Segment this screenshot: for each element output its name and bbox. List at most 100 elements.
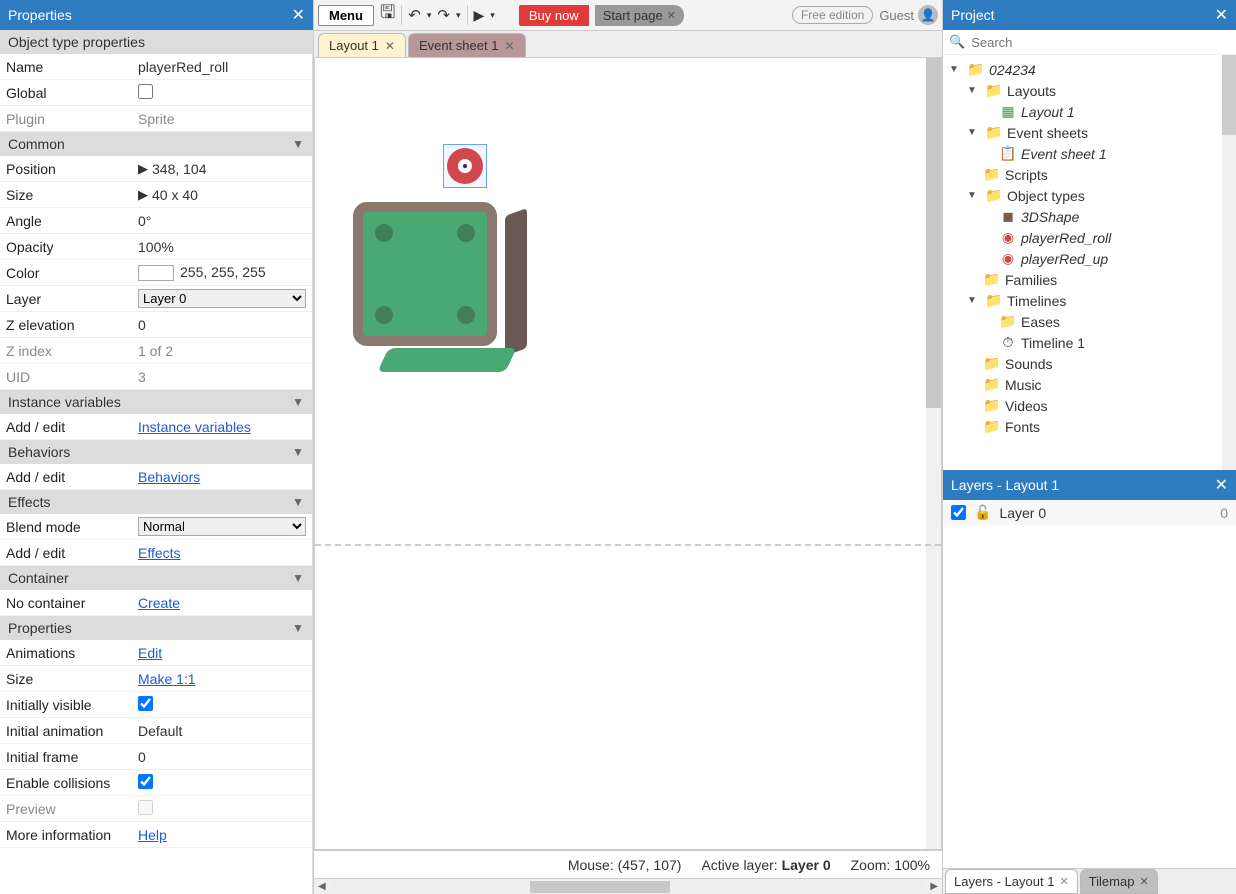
tree-3dshape[interactable]: ◼3DShape [943,206,1236,227]
layer-visible-checkbox[interactable] [951,505,966,520]
section-instance-vars[interactable]: Instance variables ▼ [0,390,312,414]
chevron-down-icon[interactable]: ▼ [292,495,304,509]
close-icon[interactable]: ✕ [1139,875,1148,888]
tab-eventsheet1[interactable]: Event sheet 1✕ [408,33,526,57]
redo-dropdown-icon[interactable]: ▾ [456,10,461,21]
scrollbar-thumb[interactable] [1222,55,1236,135]
section-effects[interactable]: Effects ▼ [0,490,312,514]
tree-project-root[interactable]: ▼📁024234 [943,59,1236,80]
folder-icon: 📁 [983,355,1001,372]
prop-value-angle[interactable]: 0° [138,213,306,229]
buy-now-button[interactable]: Buy now [519,5,589,26]
chevron-down-icon[interactable]: ▼ [292,621,304,635]
tree-fonts[interactable]: 📁Fonts [943,416,1236,437]
guest-label[interactable]: Guest👤 [879,5,938,25]
tree-timelines[interactable]: ▼📁Timelines [943,290,1236,311]
tree-eases[interactable]: 📁Eases [943,311,1236,332]
undo-dropdown-icon[interactable]: ▾ [427,10,432,21]
tree-playerred-up[interactable]: ◉playerRed_up [943,248,1236,269]
enable-collisions-checkbox[interactable] [138,774,153,789]
scrollbar-thumb[interactable] [926,58,941,408]
close-icon[interactable]: ✕ [1215,5,1228,25]
tab-layers[interactable]: Layers - Layout 1✕ [945,869,1078,894]
prop-value-layer[interactable]: Layer 0 [138,289,306,308]
prop-value-opacity[interactable]: 100% [138,239,306,255]
scrollbar-thumb[interactable] [530,881,670,893]
close-icon[interactable]: ✕ [1215,475,1228,495]
vertical-scrollbar[interactable] [926,58,941,849]
search-input[interactable] [971,35,1230,50]
object-3dshape[interactable] [349,198,513,362]
scroll-right-icon[interactable]: ▶ [926,881,942,892]
color-swatch[interactable] [138,265,174,281]
layer-select[interactable]: Layer 0 [138,289,306,308]
section-common[interactable]: Common ▼ [0,132,312,156]
tab-layout1[interactable]: Layout 1✕ [318,33,406,57]
play-dropdown-icon[interactable]: ▾ [490,10,495,21]
chevron-down-icon[interactable]: ▼ [292,137,304,151]
tree-eventsheets[interactable]: ▼📁Event sheets [943,122,1236,143]
prop-value-blend[interactable]: Normal [138,517,306,536]
prop-value-name[interactable]: playerRed_roll [138,59,306,75]
redo-icon[interactable]: ↷ [437,6,450,24]
play-icon[interactable]: ▶ [474,7,485,24]
link-create-container[interactable]: Create [138,595,180,611]
tab-tilemap[interactable]: Tilemap✕ [1080,869,1158,894]
link-effects[interactable]: Effects [138,545,181,561]
section-props[interactable]: Properties ▼ [0,616,312,640]
undo-icon[interactable]: ↶ [408,6,421,24]
menu-button[interactable]: Menu [318,5,374,26]
init-visible-checkbox[interactable] [138,696,153,711]
link-instance-variables[interactable]: Instance variables [138,419,251,435]
prop-value-zelev[interactable]: 0 [138,317,306,333]
selected-sprite-playerred-roll[interactable] [443,144,487,188]
prop-value-initanim[interactable]: Default [138,723,306,739]
horizontal-scrollbar[interactable]: ◀ ▶ [314,878,942,894]
prop-value-size[interactable]: 40 x 40 [152,187,306,203]
tree-scripts[interactable]: 📁Scripts [943,164,1236,185]
start-page-tab[interactable]: Start page✕ [595,5,684,26]
tree-timeline1[interactable]: ⏱Timeline 1 [943,332,1236,353]
scrollbar-track[interactable] [330,881,927,893]
section-container[interactable]: Container ▼ [0,566,312,590]
chevron-down-icon[interactable]: ▼ [292,395,304,409]
tree-music[interactable]: 📁Music [943,374,1236,395]
link-behaviors[interactable]: Behaviors [138,469,200,485]
project-search[interactable]: 🔍 [943,30,1236,55]
blend-select[interactable]: Normal [138,517,306,536]
close-icon[interactable]: ✕ [504,39,514,53]
expand-icon[interactable]: ▶ [138,187,148,203]
chevron-down-icon[interactable]: ▼ [292,571,304,585]
section-behaviors[interactable]: Behaviors ▼ [0,440,312,464]
tree-layouts[interactable]: ▼📁Layouts [943,80,1236,101]
tree-scrollbar[interactable] [1222,55,1236,470]
link-help[interactable]: Help [138,827,167,843]
tree-objecttypes[interactable]: ▼📁Object types [943,185,1236,206]
layout-view[interactable] [314,57,942,850]
tree-sounds[interactable]: 📁Sounds [943,353,1236,374]
layer-row[interactable]: 🔓 Layer 0 0 [943,500,1236,525]
close-icon[interactable]: ✕ [667,9,676,22]
lock-icon[interactable]: 🔓 [974,504,991,521]
section-object-type[interactable]: Object type properties [0,30,312,54]
tree-families[interactable]: 📁Families [943,269,1236,290]
save-icon[interactable]: 🖫 [380,0,395,30]
preview-checkbox [138,800,153,815]
global-checkbox[interactable] [138,84,153,99]
expand-icon[interactable]: ▶ [138,161,148,177]
prop-value-initframe[interactable]: 0 [138,749,306,765]
chevron-down-icon[interactable]: ▼ [292,445,304,459]
close-icon[interactable]: ✕ [292,5,305,25]
prop-value-position[interactable]: 348, 104 [152,161,306,177]
tree-eventsheet1[interactable]: 📋Event sheet 1 [943,143,1236,164]
prop-value-color[interactable]: 255, 255, 255 [138,264,306,281]
tree-videos[interactable]: 📁Videos [943,395,1236,416]
prop-label-anim: Animations [6,645,138,661]
close-icon[interactable]: ✕ [1059,875,1068,888]
link-edit-animations[interactable]: Edit [138,645,162,661]
tree-layout1[interactable]: ▦Layout 1 [943,101,1236,122]
close-icon[interactable]: ✕ [385,39,395,53]
tree-playerred-roll[interactable]: ◉playerRed_roll [943,227,1236,248]
scroll-left-icon[interactable]: ◀ [314,881,330,892]
link-make-1-1[interactable]: Make 1:1 [138,671,196,687]
